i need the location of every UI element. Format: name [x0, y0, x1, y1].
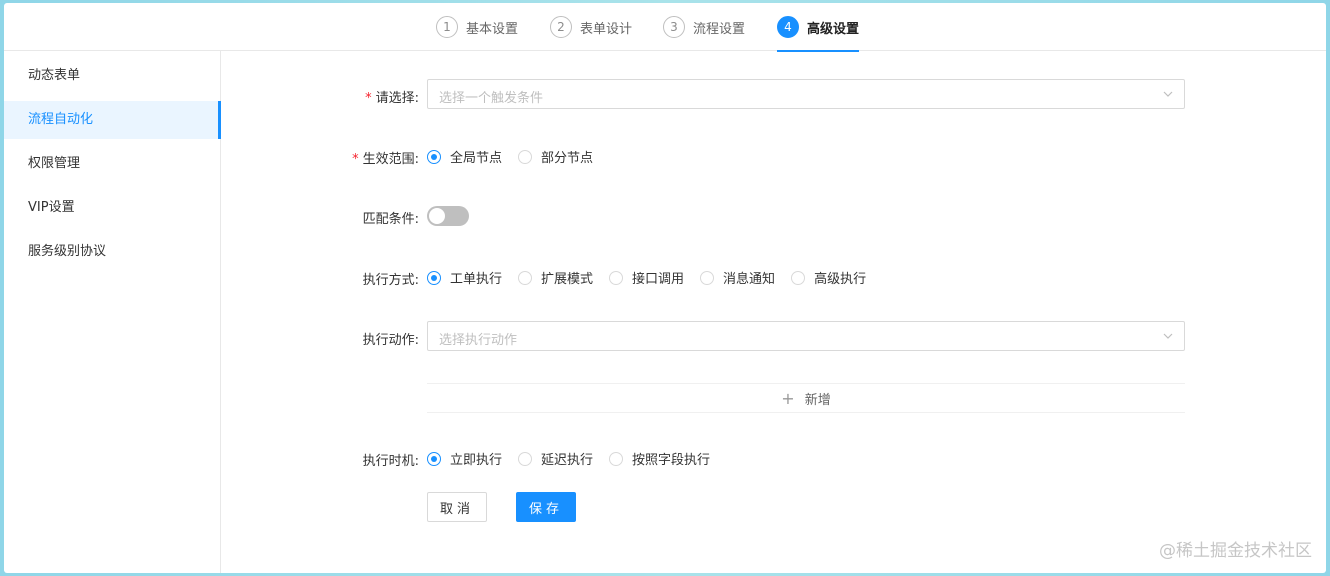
toggle-knob: [429, 208, 445, 224]
match-toggle[interactable]: [427, 206, 469, 226]
step-label: 高级设置: [807, 21, 860, 37]
radio-label: 扩展模式: [541, 272, 594, 287]
exec-action-label: 执行动作:: [362, 333, 419, 348]
steps-bar: 1 基本设置 2 表单设计 3 流程设置 4 高级设置: [4, 3, 1326, 52]
trigger-select[interactable]: 选择一个触发条件: [427, 79, 1185, 109]
radio-icon: [427, 149, 441, 164]
step-process-settings[interactable]: 3 流程设置: [663, 3, 745, 51]
radio-icon: [518, 270, 533, 285]
trigger-placeholder: 选择一个触发条件: [439, 91, 544, 106]
app-frame: 1 基本设置 2 表单设计 3 流程设置 4 高级设置 动态表单 流程自动化 权…: [4, 3, 1326, 573]
exec-mode-label: 执行方式:: [362, 273, 419, 288]
scope-radio-global[interactable]: 全局节点: [427, 147, 502, 166]
radio-label: 立即执行: [450, 453, 503, 468]
watermark: @稀土掘金技术社区: [1159, 541, 1312, 561]
radio-label: 部分节点: [541, 151, 594, 166]
step-label: 表单设计: [580, 21, 633, 37]
add-action-button[interactable]: + 新增: [427, 383, 1185, 413]
exec-mode-radio-advanced[interactable]: 高级执行: [791, 268, 866, 287]
sidebar-item-vip-settings[interactable]: VIP设置: [4, 189, 220, 227]
step-number: 1: [436, 16, 458, 38]
exec-mode-radio-notify[interactable]: 消息通知: [700, 268, 775, 287]
scope-label-text: 生效范围:: [362, 152, 419, 167]
scope-radio-group: 全局节点 部分节点: [427, 147, 609, 166]
add-label: 新增: [804, 392, 831, 408]
radio-icon: [791, 270, 806, 285]
exec-time-radio-delayed[interactable]: 延迟执行: [518, 449, 593, 468]
step-number: 2: [550, 16, 572, 38]
radio-icon: [609, 270, 624, 285]
exec-mode-radio-ticket[interactable]: 工单执行: [427, 268, 502, 287]
plus-icon: +: [781, 388, 795, 408]
save-button[interactable]: 保存: [516, 492, 576, 522]
sidebar-item-sla[interactable]: 服务级别协议: [4, 233, 220, 271]
radio-icon: [609, 451, 624, 466]
cancel-button[interactable]: 取消: [427, 492, 487, 522]
radio-icon: [518, 149, 533, 164]
radio-label: 延迟执行: [541, 453, 594, 468]
step-number: 3: [663, 16, 685, 38]
exec-action-select[interactable]: 选择执行动作: [427, 321, 1185, 351]
radio-icon: [427, 270, 441, 285]
radio-label: 全局节点: [450, 151, 503, 166]
chevron-down-icon: [1163, 333, 1173, 339]
step-label: 流程设置: [693, 21, 746, 37]
sidebar-item-dynamic-form[interactable]: 动态表单: [4, 57, 220, 95]
exec-time-label: 执行时机:: [362, 454, 419, 469]
step-label: 基本设置: [466, 21, 519, 37]
exec-time-radio-group: 立即执行 延迟执行 按照字段执行: [427, 449, 726, 468]
chevron-down-icon: [1163, 91, 1173, 97]
radio-label: 按照字段执行: [632, 453, 711, 468]
exec-time-radio-by-field[interactable]: 按照字段执行: [609, 449, 710, 468]
step-number: 4: [777, 16, 799, 38]
exec-mode-radio-group: 工单执行 扩展模式 接口调用 消息通知 高级执行: [427, 268, 882, 287]
exec-action-placeholder: 选择执行动作: [439, 333, 518, 348]
step-basic-settings[interactable]: 1 基本设置: [436, 3, 518, 51]
required-mark: *: [365, 91, 372, 106]
radio-label: 工单执行: [450, 272, 503, 287]
sidebar-item-permission-management[interactable]: 权限管理: [4, 145, 220, 183]
required-mark: *: [352, 152, 359, 167]
match-label: 匹配条件:: [362, 212, 419, 227]
scope-radio-partial[interactable]: 部分节点: [518, 147, 593, 166]
radio-label: 接口调用: [632, 272, 685, 287]
exec-mode-radio-extension[interactable]: 扩展模式: [518, 268, 593, 287]
scope-label: * 生效范围:: [219, 148, 419, 167]
step-form-design[interactable]: 2 表单设计: [550, 3, 632, 51]
radio-label: 高级执行: [814, 272, 867, 287]
exec-time-radio-immediate[interactable]: 立即执行: [427, 449, 502, 468]
radio-label: 消息通知: [723, 272, 776, 287]
radio-icon: [700, 270, 715, 285]
exec-mode-radio-api[interactable]: 接口调用: [609, 268, 684, 287]
radio-icon: [518, 451, 533, 466]
sidebar: 动态表单 流程自动化 权限管理 VIP设置 服务级别协议: [4, 51, 221, 573]
trigger-label: * 请选择:: [219, 87, 419, 106]
radio-icon: [427, 451, 441, 466]
sidebar-item-process-automation[interactable]: 流程自动化: [4, 101, 221, 139]
trigger-label-text: 请选择:: [375, 91, 419, 106]
step-advanced-settings[interactable]: 4 高级设置: [777, 3, 860, 52]
